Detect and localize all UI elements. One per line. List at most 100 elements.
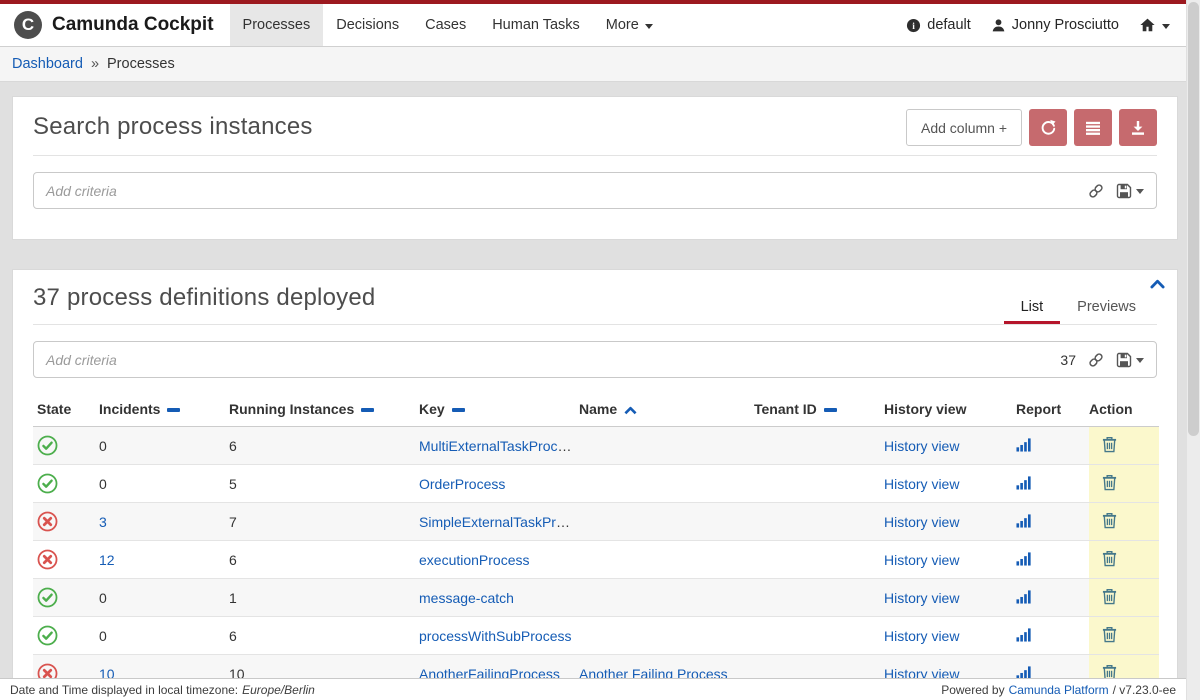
chevron-up-icon [1150, 279, 1165, 289]
remove-sort-icon[interactable] [167, 408, 180, 412]
delete-definition-button[interactable] [1101, 512, 1118, 529]
report-button[interactable] [1016, 627, 1031, 642]
definitions-panel-title: 37 process definitions deployed [33, 284, 375, 312]
refresh-share-button[interactable] [1029, 109, 1067, 146]
add-column-button[interactable]: Add column + [906, 109, 1022, 146]
history-view-link[interactable]: History view [884, 438, 959, 454]
copy-link-button[interactable] [1088, 183, 1104, 199]
history-view-link[interactable]: History view [884, 590, 959, 606]
delete-definition-button[interactable] [1101, 626, 1118, 643]
tab-previews[interactable]: Previews [1060, 293, 1153, 324]
chevron-down-icon [645, 24, 653, 29]
column-header-history-view: History view [884, 392, 1016, 427]
report-cell [1016, 427, 1089, 465]
user-menu[interactable]: Jonny Prosciutto [991, 17, 1119, 33]
report-chart-icon [1016, 551, 1031, 566]
column-header-name[interactable]: Name [579, 392, 754, 427]
column-label: Key [419, 401, 445, 417]
report-cell [1016, 465, 1089, 503]
column-label: Action [1089, 401, 1133, 417]
process-key-link[interactable]: processWithSubProcess [419, 628, 572, 644]
scrollbar-thumb[interactable] [1188, 2, 1199, 436]
name-cell [579, 579, 754, 617]
delete-definition-button[interactable] [1101, 550, 1118, 567]
state-ok-icon [37, 587, 58, 608]
link-icon [1088, 183, 1104, 199]
incidents-count: 0 [99, 628, 107, 644]
process-key-link[interactable]: OrderProcess [419, 476, 505, 492]
column-header-tenant-id[interactable]: Tenant ID [754, 392, 884, 427]
delete-definition-button[interactable] [1101, 474, 1118, 491]
incidents-count-link[interactable]: 12 [99, 552, 115, 568]
definitions-criteria-input[interactable]: Add criteria 37 [33, 341, 1157, 378]
save-search-button[interactable] [1116, 352, 1144, 368]
tenant-id-cell [754, 541, 884, 579]
collapse-panel-button[interactable] [1150, 279, 1165, 289]
nav-item-more[interactable]: More [593, 4, 666, 46]
column-header-key[interactable]: Key [419, 392, 579, 427]
history-view-link[interactable]: History view [884, 628, 959, 644]
breadcrumb-current: Processes [107, 56, 175, 72]
download-button[interactable] [1119, 109, 1157, 146]
nav-item-processes[interactable]: Processes [230, 4, 324, 46]
column-header-incidents[interactable]: Incidents [99, 392, 229, 427]
nav-item-label: Cases [425, 17, 466, 33]
incidents-cell: 3 [99, 503, 229, 541]
breadcrumb-dashboard-link[interactable]: Dashboard [12, 56, 83, 72]
state-cell [33, 427, 99, 465]
incidents-cell: 0 [99, 427, 229, 465]
report-button[interactable] [1016, 475, 1031, 490]
report-button[interactable] [1016, 589, 1031, 604]
column-header-running-instances[interactable]: Running Instances [229, 392, 419, 427]
list-view-button[interactable] [1074, 109, 1112, 146]
history-view-link[interactable]: History view [884, 552, 959, 568]
nav-item-human-tasks[interactable]: Human Tasks [479, 4, 593, 46]
history-view-link[interactable]: History view [884, 476, 959, 492]
history-view-link[interactable]: History view [884, 514, 959, 530]
action-cell [1089, 579, 1159, 617]
process-key-link[interactable]: message-catch [419, 590, 514, 606]
powered-by-label: Powered by [941, 683, 1004, 697]
panel-divider [33, 155, 1157, 156]
chevron-down-icon [1136, 358, 1144, 363]
report-chart-icon [1016, 589, 1031, 604]
remove-sort-icon[interactable] [824, 408, 837, 412]
engine-selector[interactable]: i default [906, 17, 971, 33]
report-button[interactable] [1016, 513, 1031, 528]
running-instances-count: 5 [229, 476, 237, 492]
incidents-cell: 0 [99, 579, 229, 617]
remove-sort-icon[interactable] [361, 408, 374, 412]
chevron-down-icon [1162, 24, 1170, 29]
process-key-link[interactable]: SimpleExternalTaskProc... [419, 514, 579, 530]
state-ok-icon [37, 625, 58, 646]
nav-item-cases[interactable]: Cases [412, 4, 479, 46]
incidents-count: 0 [99, 476, 107, 492]
key-cell: processWithSubProcess [419, 617, 579, 655]
search-criteria-input[interactable]: Add criteria [33, 172, 1157, 209]
action-cell [1089, 427, 1159, 465]
save-search-button[interactable] [1116, 183, 1144, 199]
nav-item-decisions[interactable]: Decisions [323, 4, 412, 46]
tenant-id-cell [754, 503, 884, 541]
delete-definition-button[interactable] [1101, 436, 1118, 453]
column-header-action: Action [1089, 392, 1159, 427]
running-instances-cell: 6 [229, 427, 419, 465]
process-key-link[interactable]: executionProcess [419, 552, 530, 568]
apps-home-menu[interactable] [1139, 17, 1170, 33]
user-name: Jonny Prosciutto [1012, 17, 1119, 33]
tab-list[interactable]: List [1004, 293, 1061, 324]
delete-definition-button[interactable] [1101, 588, 1118, 605]
powered-by: Powered byCamunda Platform/ v7.23.0-ee [937, 683, 1176, 697]
sort-ascending-icon[interactable] [624, 406, 637, 415]
key-cell: OrderProcess [419, 465, 579, 503]
footer: Date and Time displayed in local timezon… [0, 678, 1186, 700]
tenant-id-cell [754, 579, 884, 617]
copy-link-button[interactable] [1088, 352, 1104, 368]
report-button[interactable] [1016, 437, 1031, 452]
incidents-count-link[interactable]: 3 [99, 514, 107, 530]
process-key-link[interactable]: MultiExternalTaskProcess [419, 438, 579, 454]
running-instances-cell: 6 [229, 541, 419, 579]
report-button[interactable] [1016, 551, 1031, 566]
camunda-platform-link[interactable]: Camunda Platform [1009, 683, 1109, 697]
remove-sort-icon[interactable] [452, 408, 465, 412]
